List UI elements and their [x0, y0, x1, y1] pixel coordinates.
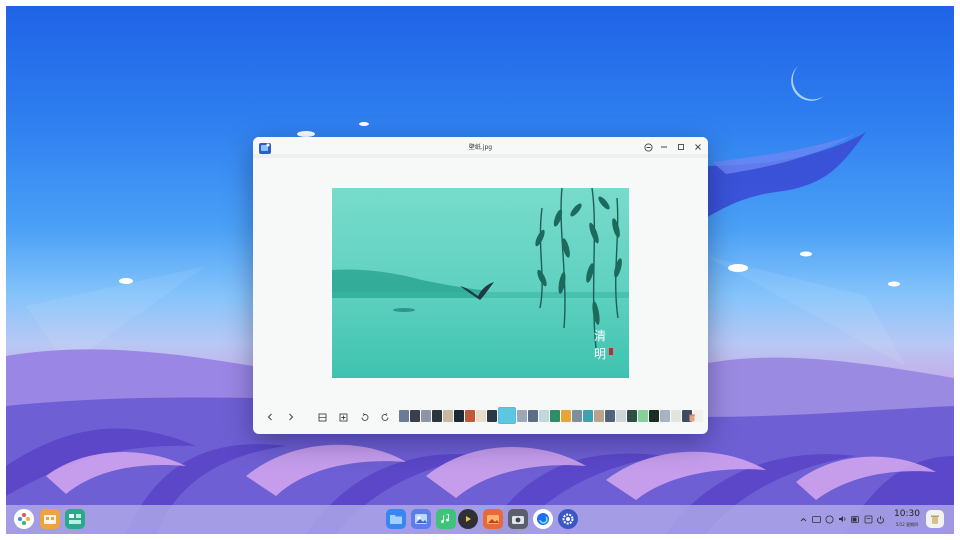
settings-icon[interactable]	[558, 509, 578, 529]
caption-char-2: 明	[594, 347, 606, 361]
thumbnail[interactable]	[660, 410, 670, 422]
rotate-right-button[interactable]	[377, 409, 393, 425]
keyboard-icon[interactable]	[811, 514, 821, 524]
window-menu-button[interactable]	[641, 140, 655, 154]
thumbnail-strip	[399, 407, 703, 424]
delete-icon	[689, 414, 695, 421]
moon-shape	[791, 66, 824, 101]
original-size-button[interactable]	[335, 409, 351, 425]
gallery-icon[interactable]	[483, 509, 503, 529]
thumbnail[interactable]	[605, 410, 615, 422]
minimize-icon	[661, 146, 667, 148]
thumbnail[interactable]	[561, 410, 571, 422]
taskbar: 10:30 5/12 星期四	[6, 505, 954, 534]
multitask-view-icon[interactable]	[65, 509, 85, 529]
title-divider	[253, 154, 708, 158]
thumbnail-selected[interactable]	[498, 407, 516, 424]
video-player-icon[interactable]	[458, 509, 478, 529]
viewer-toolbar	[253, 405, 708, 429]
original-size-icon	[339, 413, 347, 421]
thumbnail[interactable]	[583, 410, 593, 422]
network-icon[interactable]	[824, 514, 834, 524]
close-icon	[695, 144, 701, 150]
thumbnail[interactable]	[443, 410, 453, 422]
fit-window-icon	[318, 413, 326, 421]
thumbnail[interactable]	[627, 410, 637, 422]
menu-icon	[643, 142, 653, 152]
music-icon[interactable]	[436, 509, 456, 529]
next-image-button[interactable]	[283, 409, 299, 425]
thumbnail[interactable]	[517, 410, 527, 422]
rotate-left-button[interactable]	[356, 409, 372, 425]
next-icon	[289, 413, 294, 421]
thumbnail[interactable]	[399, 410, 409, 422]
rotate-right-icon	[381, 412, 388, 421]
previous-image-button[interactable]	[262, 409, 278, 425]
image-viewer-icon[interactable]	[411, 509, 431, 529]
thumbnail[interactable]	[421, 410, 431, 422]
notifications-icon[interactable]	[863, 514, 873, 524]
window-title: 壁纸.jpg	[468, 144, 493, 151]
maximize-icon	[678, 144, 684, 150]
launcher-icon[interactable]	[14, 509, 34, 529]
delete-button[interactable]	[684, 409, 700, 425]
thumbnail[interactable]	[432, 410, 442, 422]
thumbnail[interactable]	[487, 410, 497, 422]
thumbnail[interactable]	[594, 410, 604, 422]
power-icon[interactable]	[875, 514, 885, 524]
image-viewer-window[interactable]: 壁纸.jpg 清 明	[253, 137, 708, 434]
thumbnail[interactable]	[539, 410, 549, 422]
thumbnail[interactable]	[638, 410, 648, 422]
thumbnail[interactable]	[528, 410, 538, 422]
file-manager-icon[interactable]	[386, 509, 406, 529]
browser-icon[interactable]	[533, 509, 553, 529]
fit-window-button[interactable]	[314, 409, 330, 425]
rotate-left-icon	[361, 412, 368, 421]
volume-icon[interactable]	[837, 514, 847, 524]
minimize-button[interactable]	[657, 140, 671, 154]
thumbnail[interactable]	[454, 410, 464, 422]
clock-time[interactable]: 10:30	[894, 509, 920, 519]
app-store-icon[interactable]	[40, 509, 60, 529]
camera-icon[interactable]	[508, 509, 528, 529]
thumbnail[interactable]	[410, 410, 420, 422]
displayed-image[interactable]: 清 明	[332, 188, 629, 378]
battery-icon[interactable]	[850, 514, 860, 524]
thumbnail[interactable]	[465, 410, 475, 422]
tray-expand-icon[interactable]	[798, 514, 808, 524]
trash-icon[interactable]	[926, 510, 944, 528]
thumbnail[interactable]	[616, 410, 626, 422]
red-seal-stamp	[609, 348, 613, 355]
clock-date[interactable]: 5/12 星期四	[892, 522, 922, 528]
thumbnail[interactable]	[671, 410, 681, 422]
thumbnail[interactable]	[550, 410, 560, 422]
close-button[interactable]	[691, 140, 705, 154]
thumbnail[interactable]	[649, 410, 659, 422]
maximize-button[interactable]	[674, 140, 688, 154]
caption-char-1: 清	[594, 329, 606, 343]
prev-icon	[267, 413, 272, 421]
thumbnail[interactable]	[572, 410, 582, 422]
thumbnail[interactable]	[476, 410, 486, 422]
